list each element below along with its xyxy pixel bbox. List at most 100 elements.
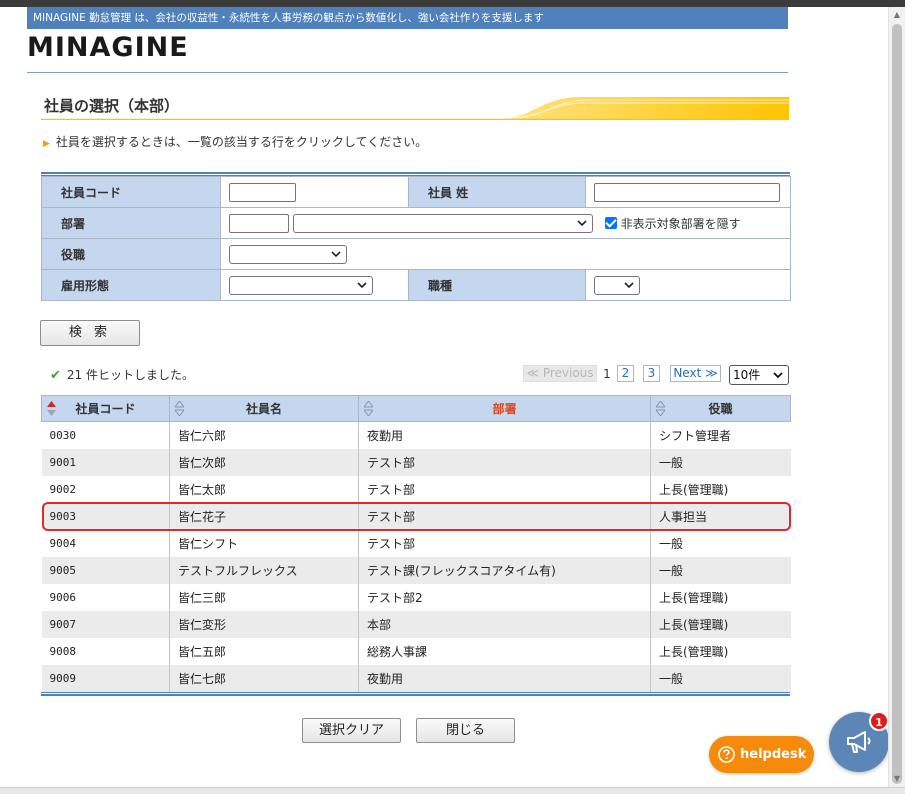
cell-code: 9003 [41, 502, 170, 530]
table-row[interactable]: 9009 皆仁七郎 夜勤用 一般 [41, 664, 791, 692]
cell-department: テスト部 [358, 448, 651, 476]
pager-current-page: 1 [603, 367, 611, 381]
table-row[interactable]: 9006 皆仁三郎 テスト部2 上長(管理職) [41, 583, 791, 611]
header-banner: MINAGINE 勤怠管理 は、会社の収益性・永続性を人事労務の観点から数値化し… [27, 7, 788, 29]
cell-position: シフト管理者 [650, 421, 791, 449]
pager-page-2[interactable]: 2 [617, 365, 634, 382]
table-row[interactable]: 9003 皆仁花子 テスト部 人事担当 [41, 502, 791, 530]
cell-name: 皆仁花子 [169, 502, 359, 530]
cell-position: 一般 [650, 448, 791, 476]
scrollbar-thumb[interactable] [892, 24, 902, 784]
cell-department: テスト部 [358, 529, 651, 557]
vertical-scrollbar[interactable]: ▲ ▼ [888, 7, 905, 787]
table-row[interactable]: 9001 皆仁次郎 テスト部 一般 [41, 448, 791, 476]
table-row[interactable]: 0030 皆仁六郎 夜勤用 シフト管理者 [41, 421, 791, 449]
cell-name: 皆仁三郎 [169, 583, 359, 611]
cell-code: 9004 [41, 529, 170, 557]
table-row[interactable]: 9002 皆仁太郎 テスト部 上長(管理職) [41, 475, 791, 503]
cell-position: 上長(管理職) [650, 583, 791, 611]
cell-department: 夜勤用 [358, 664, 651, 692]
pager-next[interactable]: Next ≫ [670, 365, 721, 382]
cell-name: 皆仁六郎 [169, 421, 359, 449]
close-button[interactable]: 閉じる [416, 718, 515, 743]
table-row[interactable]: 9007 皆仁変形 本部 上長(管理職) [41, 610, 791, 638]
cell-name: 皆仁次郎 [169, 448, 359, 476]
table-row[interactable]: 9004 皆仁シフト テスト部 一般 [41, 529, 791, 557]
cell-name: 皆仁七郎 [169, 664, 359, 692]
cell-position: 人事担当 [650, 502, 791, 530]
cell-code: 0030 [41, 421, 170, 449]
column-header-code-label: 社員コード [75, 402, 136, 416]
page-size-value: 10件 [733, 368, 761, 382]
chevron-down-icon [773, 372, 783, 379]
window-bottom-edge [0, 787, 905, 794]
cell-department: 本部 [358, 610, 651, 638]
column-header-code[interactable]: 社員コード [41, 395, 170, 422]
cell-code: 9002 [41, 475, 170, 503]
sort-icon [175, 401, 184, 416]
cell-code: 9005 [41, 556, 170, 584]
cell-position: 上長(管理職) [650, 610, 791, 638]
instruction-label: 社員を選択するときは、一覧の該当する行をクリックしてください。 [55, 135, 428, 149]
cell-department: テスト部2 [358, 583, 651, 611]
cell-name: 皆仁五郎 [169, 637, 359, 665]
cell-code: 9009 [41, 664, 170, 692]
chevron-down-icon [331, 250, 341, 257]
chevron-down-icon [357, 281, 367, 288]
column-header-department[interactable]: 部署 [358, 395, 651, 422]
search-button[interactable]: 検 索 [40, 320, 140, 346]
cell-name: テストフルフレックス [169, 556, 359, 584]
department-select[interactable] [292, 213, 593, 233]
scroll-up-arrow-icon[interactable]: ▲ [889, 7, 905, 23]
page-title-bar: 社員の選択（本部） [41, 95, 789, 120]
megaphone-icon [847, 731, 871, 753]
cell-position: 上長(管理職) [650, 475, 791, 503]
column-header-position[interactable]: 役職 [650, 395, 791, 422]
employee-code-input[interactable] [229, 182, 296, 202]
employment-type-select[interactable] [229, 275, 373, 295]
question-circle-icon [718, 746, 735, 763]
page-title: 社員の選択（本部） [44, 97, 180, 115]
table-row[interactable]: 9008 皆仁五郎 総務人事課 上長(管理職) [41, 637, 791, 665]
bullet-arrow-icon: ▶ [43, 139, 50, 149]
last-name-label: 社員 姓 [408, 176, 586, 208]
cell-position: 一般 [650, 529, 791, 557]
employee-code-label: 社員コード [41, 176, 221, 208]
cell-name: 皆仁太郎 [169, 475, 359, 503]
cell-code: 9007 [41, 610, 170, 638]
job-type-label: 職種 [408, 269, 586, 301]
job-type-select[interactable] [594, 275, 640, 295]
cell-code: 9008 [41, 637, 170, 665]
page-size-select[interactable]: 10件 [729, 365, 789, 385]
employment-type-label: 雇用形態 [41, 269, 221, 301]
cell-department: テスト課(フレックスコアタイム有) [358, 556, 651, 584]
window-left-edge [0, 7, 10, 794]
cell-name: 皆仁変形 [169, 610, 359, 638]
column-header-name[interactable]: 社員名 [169, 395, 359, 422]
department-code-input[interactable] [229, 213, 289, 233]
column-header-position-label: 役職 [708, 402, 733, 416]
helpdesk-button[interactable]: helpdesk [709, 736, 814, 773]
notification-badge: 1 [869, 711, 889, 731]
chevron-down-icon [624, 281, 634, 288]
window-top-edge [0, 0, 905, 7]
hit-count: ✔ 21 件ヒットしました。 [50, 366, 194, 383]
employee-results: 社員コード 社員名 部署 役職 0030 皆仁六郎 夜勤用 シフト管理者 900… [41, 395, 791, 696]
cell-name: 皆仁シフト [169, 529, 359, 557]
pager-page-3[interactable]: 3 [643, 365, 660, 382]
sort-icon [364, 401, 373, 416]
hide-departments-checkbox[interactable] [604, 217, 617, 229]
header-divider [27, 72, 788, 73]
last-name-input[interactable] [594, 182, 780, 202]
scroll-down-arrow-icon[interactable]: ▼ [889, 771, 905, 787]
sort-ascending-icon [47, 401, 56, 416]
cell-department: 総務人事課 [358, 637, 651, 665]
position-select[interactable] [229, 244, 347, 264]
instruction-text: ▶ 社員を選択するときは、一覧の該当する行をクリックしてください。 [43, 133, 427, 150]
clear-selection-button[interactable]: 選択クリア [302, 718, 401, 743]
cell-department: 夜勤用 [358, 421, 651, 449]
table-row[interactable]: 9005 テストフルフレックス テスト課(フレックスコアタイム有) 一般 [41, 556, 791, 584]
cell-code: 9006 [41, 583, 170, 611]
cell-department: テスト部 [358, 502, 651, 530]
column-header-department-label: 部署 [492, 402, 517, 416]
